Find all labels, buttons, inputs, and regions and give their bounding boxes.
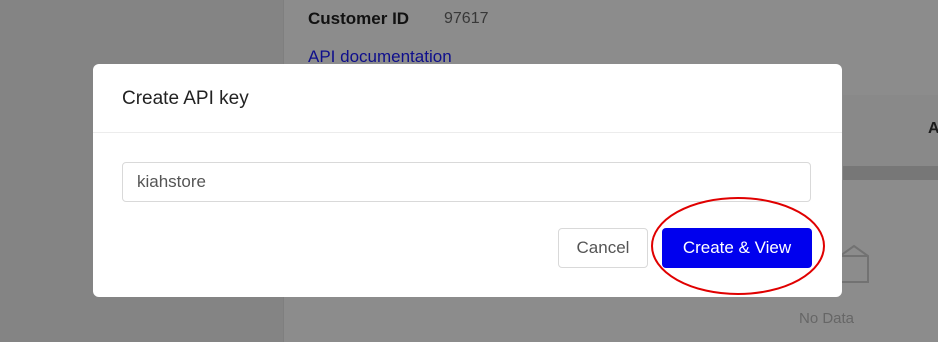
- dialog-header: Create API key: [93, 64, 842, 133]
- dialog-title: Create API key: [122, 88, 249, 109]
- create-api-key-dialog: Create API key Cancel Create & View: [93, 64, 842, 297]
- create-and-view-button[interactable]: Create & View: [662, 228, 812, 268]
- api-key-name-input[interactable]: [122, 162, 811, 202]
- cancel-button[interactable]: Cancel: [558, 228, 648, 268]
